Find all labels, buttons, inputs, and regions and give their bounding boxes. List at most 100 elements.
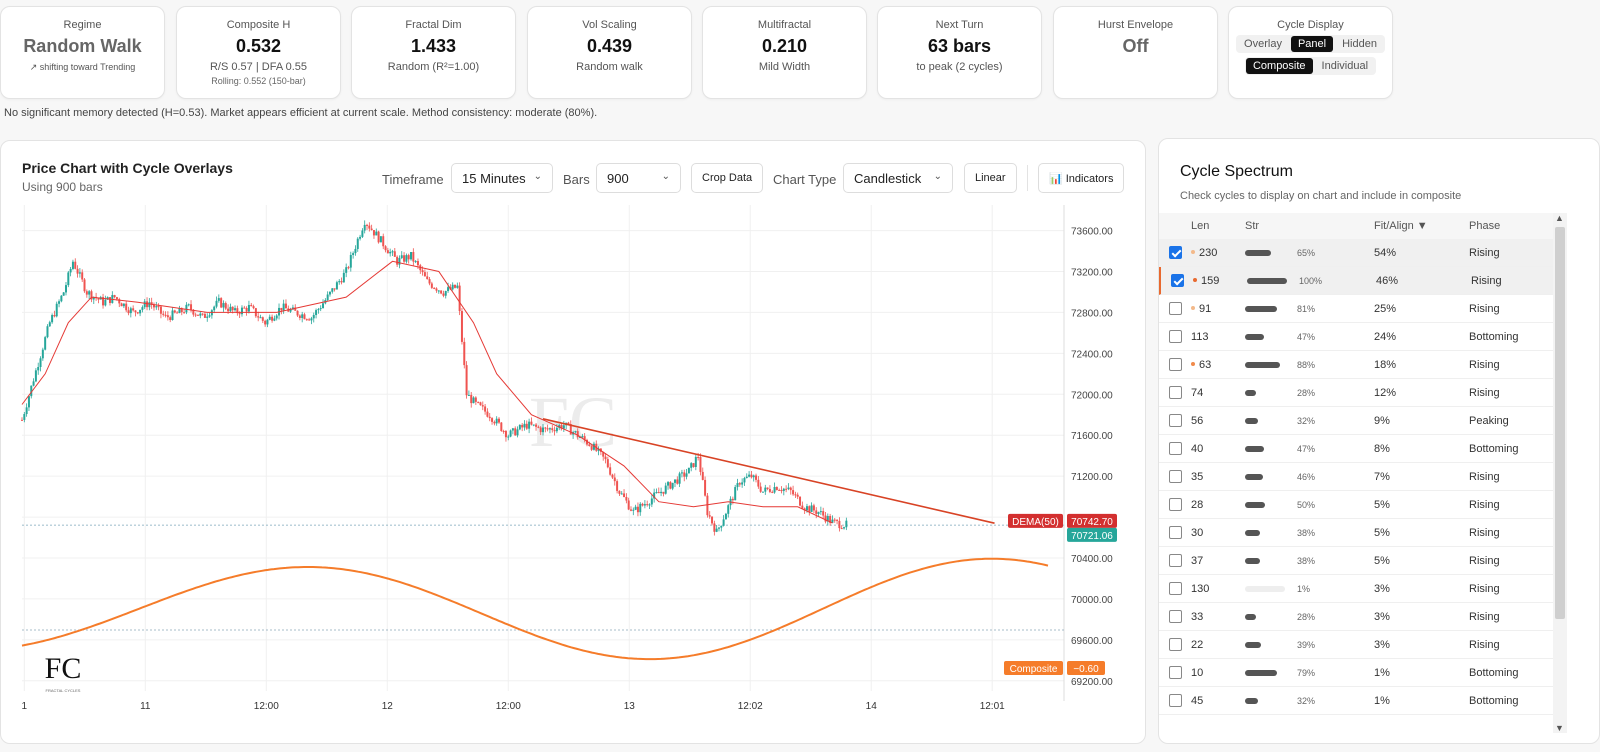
y-tick-label: 73200.00	[1071, 268, 1113, 279]
spectrum-row[interactable]: 56 32% 9% Peaking	[1159, 407, 1553, 435]
candle-body	[815, 510, 818, 514]
phase-value: Rising	[1469, 499, 1500, 511]
candle-body	[451, 284, 454, 290]
candle-body	[23, 414, 26, 420]
candle-body	[261, 317, 264, 321]
scroll-thumb[interactable]	[1555, 227, 1565, 619]
view-toggle: Composite Individual	[1244, 57, 1377, 75]
cycle-checkbox[interactable]	[1169, 498, 1182, 511]
candle-body	[789, 487, 792, 491]
candle-body	[481, 405, 484, 407]
cycle-checkbox[interactable]	[1169, 442, 1182, 455]
header-fit-align[interactable]: Fit/Align ▼	[1374, 220, 1428, 232]
spectrum-row[interactable]: 30 38% 5% Rising	[1159, 519, 1553, 547]
mode-panel-button[interactable]: Panel	[1290, 36, 1334, 52]
spectrum-row[interactable]: 28 50% 5% Rising	[1159, 491, 1553, 519]
fit-align-value: 8%	[1374, 443, 1390, 455]
cycle-checkbox[interactable]	[1169, 610, 1182, 623]
y-tick-label: 73600.00	[1071, 227, 1113, 238]
candle-body	[685, 473, 688, 477]
view-composite-button[interactable]: Composite	[1245, 58, 1313, 74]
cycle-checkbox[interactable]	[1169, 526, 1182, 539]
candle-body	[764, 487, 767, 492]
candle-body	[78, 272, 81, 274]
candle-body	[810, 505, 813, 512]
chart-logo: FC FRACTAL CYCLES	[45, 652, 82, 693]
candle-body	[812, 505, 815, 511]
hurst-envelope-toggle[interactable]: Off	[1054, 36, 1217, 57]
cycle-checkbox[interactable]	[1169, 358, 1182, 371]
cycle-checkbox[interactable]	[1169, 666, 1182, 679]
cycle-checkbox[interactable]	[1169, 330, 1182, 343]
mode-hidden-button[interactable]: Hidden	[1335, 36, 1384, 52]
header-str[interactable]: Str	[1245, 220, 1259, 232]
cycle-checkbox[interactable]	[1169, 554, 1182, 567]
hurst-envelope-card[interactable]: Hurst Envelope Off	[1053, 6, 1218, 99]
candle-body	[817, 512, 820, 514]
candle-body	[768, 488, 771, 492]
y-tick-label: 71600.00	[1071, 431, 1113, 442]
spectrum-row[interactable]: 33 28% 3% Rising	[1159, 603, 1553, 631]
cycle-checkbox[interactable]	[1171, 274, 1184, 287]
candle-body	[833, 519, 836, 521]
candle-body	[734, 487, 737, 501]
spectrum-row[interactable]: 74 28% 12% Rising	[1159, 379, 1553, 407]
candle-body	[155, 306, 158, 308]
cycle-checkbox[interactable]	[1169, 582, 1182, 595]
view-individual-button[interactable]: Individual	[1315, 58, 1375, 74]
candle-body	[454, 284, 457, 288]
cycle-length: 10	[1191, 667, 1204, 679]
spectrum-row[interactable]: 37 38% 5% Rising	[1159, 547, 1553, 575]
cycle-checkbox[interactable]	[1169, 386, 1182, 399]
strength-percent: 47%	[1297, 444, 1316, 454]
header-len[interactable]: Len	[1191, 220, 1209, 232]
spectrum-row[interactable]: 35 46% 7% Rising	[1159, 463, 1553, 491]
cycle-checkbox[interactable]	[1169, 470, 1182, 483]
spectrum-row[interactable]: 130 1% 3% Rising	[1159, 575, 1553, 603]
candle-body	[623, 493, 626, 497]
phase-value: Rising	[1471, 275, 1502, 287]
fit-align-value: 12%	[1374, 387, 1397, 399]
scroll-down-icon[interactable]: ▼	[1555, 723, 1564, 733]
candle-body	[502, 431, 505, 433]
x-tick-label: 12:00	[496, 701, 521, 712]
candle-body	[771, 491, 774, 493]
candle-body	[125, 303, 128, 311]
spectrum-row[interactable]: 22 39% 3% Rising	[1159, 631, 1553, 659]
fit-align-value: 18%	[1374, 359, 1397, 371]
price-chart[interactable]: FC 73600.00 73200.00 72800.00 72400.00 72000…	[1, 141, 1146, 744]
cycle-checkbox[interactable]	[1169, 302, 1182, 315]
cycle-checkbox[interactable]	[1169, 414, 1182, 427]
header-phase[interactable]: Phase	[1469, 220, 1500, 232]
candle-body	[104, 299, 107, 306]
candle-body	[416, 261, 419, 266]
card-value: 1.433	[410, 36, 457, 56]
spectrum-row[interactable]: 63 88% 18% Rising	[1159, 351, 1553, 379]
cycle-checkbox[interactable]	[1169, 694, 1182, 707]
spectrum-row[interactable]: 45 32% 1% Bottoming	[1159, 687, 1553, 715]
strength-percent: 38%	[1297, 556, 1316, 566]
spectrum-row[interactable]: 40 47% 8% Bottoming	[1159, 435, 1553, 463]
candle-body	[660, 491, 663, 494]
candle-body	[673, 479, 676, 483]
scroll-up-icon[interactable]: ▲	[1555, 213, 1564, 223]
candle-body	[792, 490, 795, 495]
candle-body	[206, 316, 209, 318]
spectrum-row[interactable]: 91 81% 25% Rising	[1159, 295, 1553, 323]
candle-body	[280, 307, 283, 311]
cycle-checkbox[interactable]	[1169, 638, 1182, 651]
candle-body	[55, 303, 58, 317]
candle-body	[609, 467, 612, 475]
spectrum-row[interactable]: 230 65% 54% Rising	[1159, 239, 1553, 267]
spectrum-row[interactable]: 10 79% 1% Bottoming	[1159, 659, 1553, 687]
composite-h-card: Composite H 0.532 R/S 0.57 | DFA 0.55 Ro…	[176, 6, 341, 99]
cycle-checkbox[interactable]	[1169, 246, 1182, 259]
spectrum-scrollbar[interactable]: ▲ ▼	[1553, 213, 1567, 733]
candle-body	[375, 231, 378, 236]
mode-overlay-button[interactable]: Overlay	[1237, 36, 1289, 52]
candle-body	[495, 418, 498, 424]
candle-body	[51, 315, 54, 323]
candle-body	[498, 418, 501, 423]
spectrum-row[interactable]: 159 100% 46% Rising	[1159, 267, 1553, 295]
spectrum-row[interactable]: 113 47% 24% Bottoming	[1159, 323, 1553, 351]
